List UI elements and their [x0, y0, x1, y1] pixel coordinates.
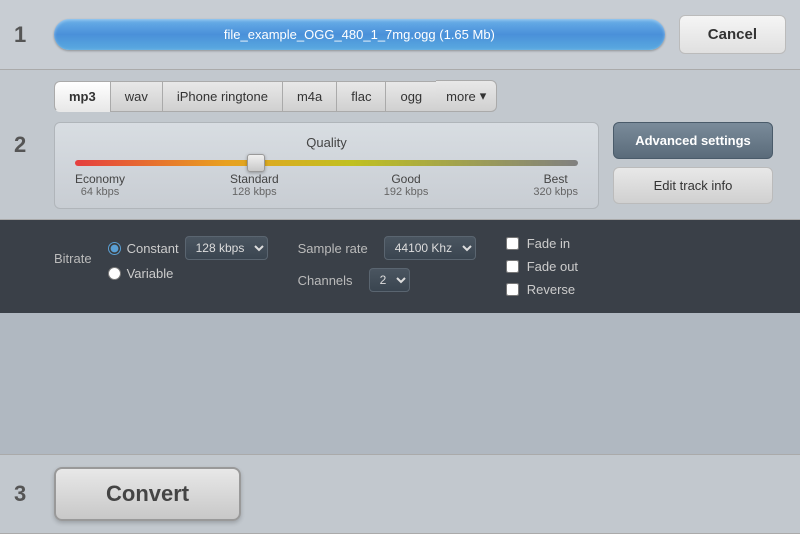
- fade-out-checkbox[interactable]: [506, 260, 519, 273]
- constant-radio[interactable]: [108, 242, 121, 255]
- sample-rate-row: Sample rate 44100 Khz 22050 Khz 48000 Kh…: [298, 236, 476, 260]
- fade-in-checkbox[interactable]: [506, 237, 519, 250]
- step-2-number: 2: [14, 132, 44, 158]
- reverse-label: Reverse: [527, 282, 575, 297]
- reverse-row: Reverse: [506, 282, 578, 297]
- tabs-area: mp3 wav iPhone ringtone m4a flac ogg mor…: [54, 80, 786, 209]
- reverse-checkbox[interactable]: [506, 283, 519, 296]
- section-2: 2 mp3 wav iPhone ringtone m4a flac ogg m…: [0, 70, 800, 220]
- quality-label: Quality: [75, 135, 578, 150]
- format-tabs: mp3 wav iPhone ringtone m4a flac ogg mor…: [54, 80, 786, 112]
- tab-ogg[interactable]: ogg: [385, 81, 436, 112]
- cancel-button[interactable]: Cancel: [679, 15, 786, 54]
- slider-track: [75, 160, 578, 166]
- quality-markers: Economy 64 kbps Standard 128 kbps Good 1…: [75, 172, 578, 198]
- sample-rate-label: Sample rate: [298, 241, 368, 256]
- step-3-number: 3: [14, 481, 44, 507]
- quality-box: Quality Economy 64 kbps Standard: [54, 122, 599, 209]
- file-name-bar: file_example_OGG_480_1_7mg.ogg (1.65 Mb): [54, 19, 665, 50]
- tab-flac[interactable]: flac: [336, 81, 385, 112]
- slider-thumb[interactable]: [247, 154, 265, 172]
- bitrate-select[interactable]: 128 kbps 64 kbps 192 kbps 256 kbps 320 k…: [185, 236, 268, 260]
- marker-best: Best 320 kbps: [533, 172, 578, 198]
- section-1: 1 file_example_OGG_480_1_7mg.ogg (1.65 M…: [0, 0, 800, 70]
- marker-standard: Standard 128 kbps: [230, 172, 279, 198]
- fade-in-label: Fade in: [527, 236, 570, 251]
- fade-out-row: Fade out: [506, 259, 578, 274]
- variable-radio-row: Variable: [108, 266, 268, 281]
- more-label: more: [446, 89, 476, 104]
- spacer: [0, 313, 800, 454]
- marker-good: Good 192 kbps: [384, 172, 429, 198]
- bitrate-label: Bitrate: [54, 251, 92, 266]
- tab-more[interactable]: more ▾: [436, 80, 497, 112]
- advanced-settings-button[interactable]: Advanced settings: [613, 122, 773, 159]
- right-buttons: Advanced settings Edit track info: [613, 122, 773, 204]
- bitrate-row: Bitrate Constant 128 kbps 64 kbps 192 kb…: [54, 236, 268, 281]
- step-1-number: 1: [14, 22, 44, 48]
- channels-label: Channels: [298, 273, 353, 288]
- advanced-settings-panel: Bitrate Constant 128 kbps 64 kbps 192 kb…: [0, 220, 800, 313]
- fade-out-label: Fade out: [527, 259, 578, 274]
- sample-channels-group: Sample rate 44100 Khz 22050 Khz 48000 Kh…: [298, 236, 476, 292]
- channels-select[interactable]: 2 1: [369, 268, 410, 292]
- tab-mp3[interactable]: mp3: [54, 81, 110, 112]
- tab-wav[interactable]: wav: [110, 81, 162, 112]
- bitrate-group: Bitrate Constant 128 kbps 64 kbps 192 kb…: [54, 236, 268, 281]
- tab-iphone[interactable]: iPhone ringtone: [162, 81, 282, 112]
- variable-label: Variable: [127, 266, 174, 281]
- constant-radio-row: Constant 128 kbps 64 kbps 192 kbps 256 k…: [108, 236, 268, 260]
- marker-economy: Economy 64 kbps: [75, 172, 125, 198]
- edit-track-button[interactable]: Edit track info: [613, 167, 773, 204]
- convert-button[interactable]: Convert: [54, 467, 241, 521]
- fade-in-row: Fade in: [506, 236, 578, 251]
- sample-rate-select[interactable]: 44100 Khz 22050 Khz 48000 Khz: [384, 236, 476, 260]
- radio-group-bitrate: Constant 128 kbps 64 kbps 192 kbps 256 k…: [108, 236, 268, 281]
- variable-radio[interactable]: [108, 267, 121, 280]
- tab-m4a[interactable]: m4a: [282, 81, 336, 112]
- chevron-down-icon: ▾: [480, 88, 487, 104]
- quality-slider-container: [75, 160, 578, 166]
- effects-group: Fade in Fade out Reverse: [506, 236, 578, 297]
- section-3: 3 Convert: [0, 454, 800, 534]
- constant-label: Constant: [127, 241, 179, 256]
- advanced-content: Bitrate Constant 128 kbps 64 kbps 192 kb…: [14, 236, 786, 297]
- channels-row: Channels 2 1: [298, 268, 476, 292]
